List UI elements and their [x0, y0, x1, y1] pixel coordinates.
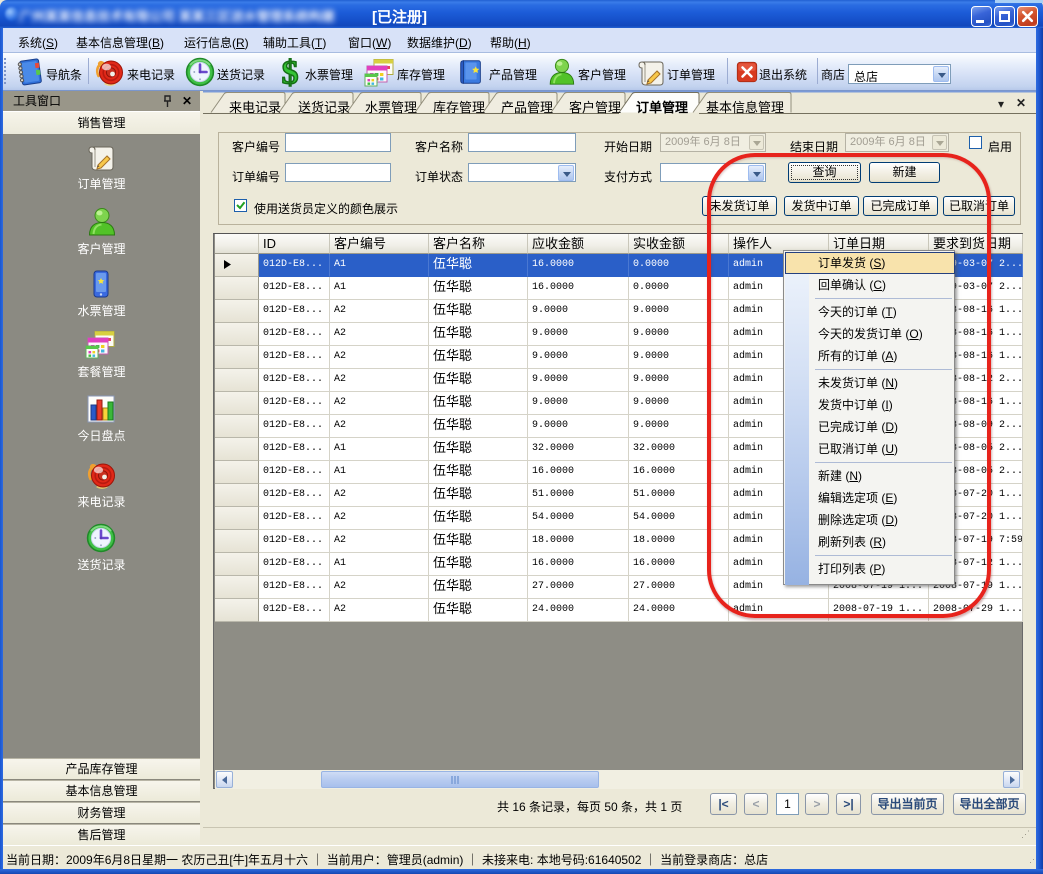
svg-text:$: $: [282, 57, 299, 87]
